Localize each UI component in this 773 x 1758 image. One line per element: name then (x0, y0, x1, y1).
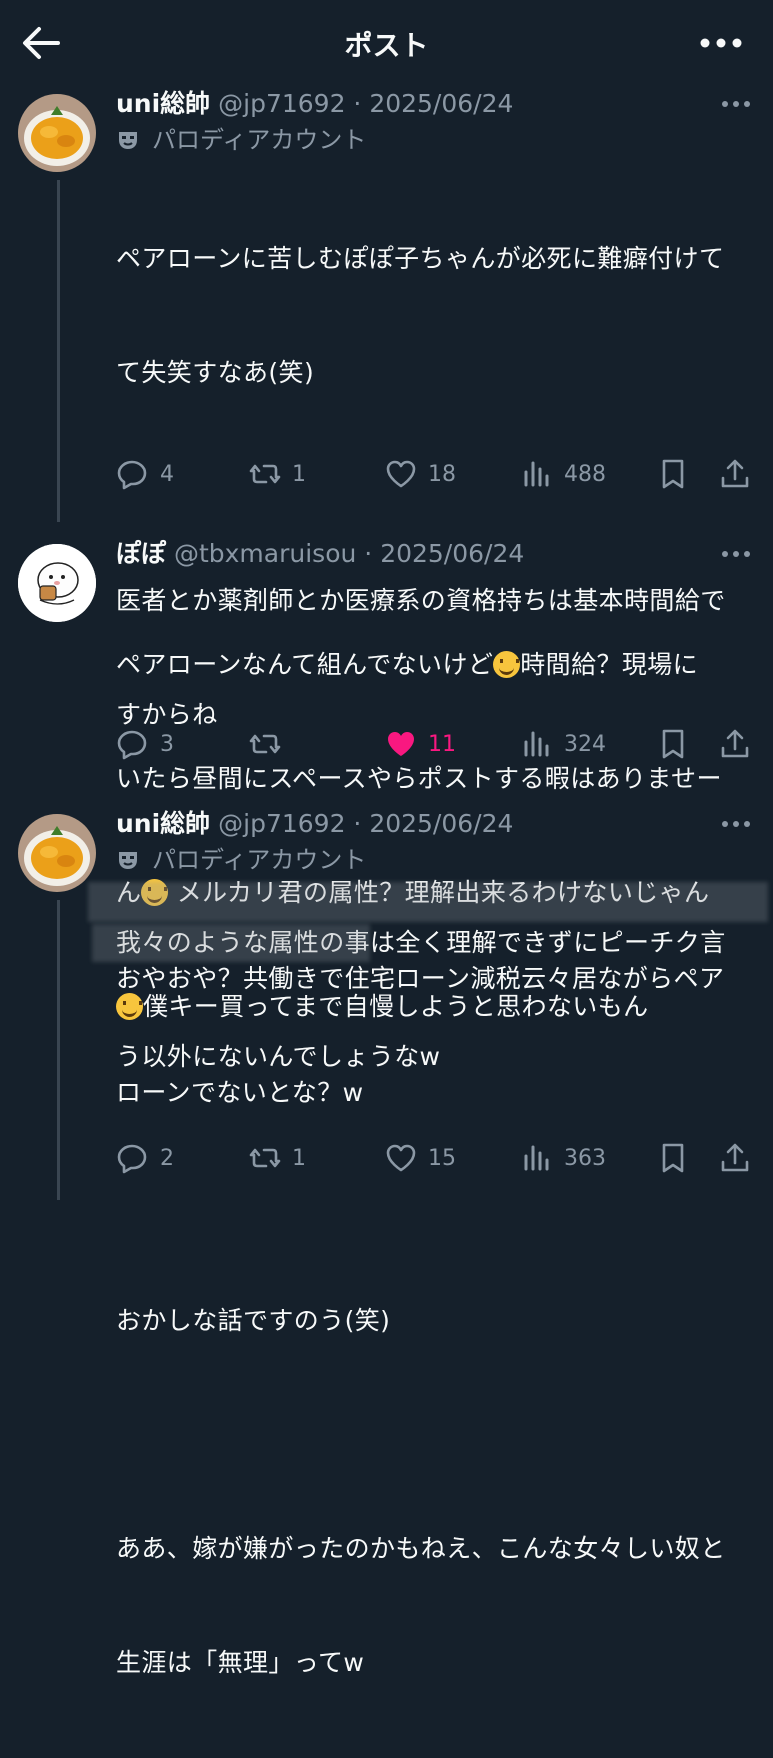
bookmark-icon (662, 459, 684, 489)
display-name[interactable]: uni総帥 (116, 809, 210, 838)
views-chart-icon (524, 731, 549, 757)
text-line: いたら昼間にスペースやらポストする暇はありませー (116, 764, 722, 793)
post-header: uni総帥 @jp71692 · 2025/06/24 (116, 89, 514, 118)
text-fragment: 時間給？現場に (520, 650, 699, 679)
rolling-laughing-emoji-icon (493, 651, 521, 678)
share-icon (721, 459, 749, 488)
post-1[interactable]: uni総帥 @jp71692 · 2025/06/24 パロディアカウント ペア… (0, 86, 773, 1071)
avatar[interactable] (18, 94, 96, 172)
display-name[interactable]: ぽぽ (116, 539, 166, 568)
heart-filled-icon (388, 732, 414, 756)
text-line: 生涯は「無理」ってw (116, 1648, 365, 1677)
post-text: おやおや？共働きで住宅ローン減税云々居ながらペア ローンでないとな？w おかしな… (116, 884, 748, 1758)
bookmark-button[interactable] (656, 1138, 690, 1178)
reply-button[interactable]: 3 (116, 724, 174, 764)
text-line: ローンでないとな？w (116, 1078, 364, 1107)
like-button[interactable]: 18 (384, 454, 456, 494)
repost-icon (249, 734, 281, 754)
reply-button[interactable]: 4 (116, 454, 174, 494)
parody-text: パロディアカウント (152, 846, 367, 874)
repost-count: 1 (292, 461, 306, 487)
text-line: おかしな話ですのう(笑) (116, 1306, 391, 1335)
bookmark-icon (662, 729, 684, 759)
mask-icon (119, 852, 137, 869)
bookmark-button[interactable] (656, 454, 690, 494)
views-count: 324 (564, 731, 606, 757)
parody-text: パロディアカウント (152, 126, 367, 154)
like-button[interactable]: 11 (384, 724, 456, 764)
views-button[interactable]: 324 (520, 724, 606, 764)
share-button[interactable] (718, 724, 752, 764)
post-header: uni総帥 @jp71692 · 2025/06/24 (116, 809, 514, 838)
page-title: ポスト (344, 29, 429, 62)
text-line: おやおや？共働きで住宅ローン減税云々居ながらペア (116, 964, 725, 993)
reply-icon (117, 730, 147, 760)
views-count: 363 (564, 1145, 606, 1171)
post-2[interactable]: ぽぽ @tbxmaruisou · 2025/06/24 ペアローンなんて組んで… (0, 536, 773, 1021)
handle[interactable]: @jp71692 (218, 809, 345, 838)
post-more-icon[interactable] (721, 546, 751, 562)
bookmark-icon (662, 1143, 684, 1173)
parody-label: パロディアカウント (116, 844, 366, 876)
reply-count: 4 (160, 461, 174, 487)
like-button[interactable]: 15 (384, 1138, 456, 1178)
top-bar: ポスト (0, 0, 773, 88)
text-line: ペアローンに苦しむぽぽ子ちゃんが必死に難癖付けて (116, 244, 725, 273)
text-fragment: ペアローンなんて組んでないけど (116, 650, 494, 679)
heart-icon (386, 460, 416, 488)
views-count: 488 (564, 461, 606, 487)
repost-count: 1 (292, 1145, 306, 1171)
handle[interactable]: @tbxmaruisou (174, 539, 356, 568)
reply-count: 2 (160, 1145, 174, 1171)
thread-line (57, 180, 60, 522)
text-line: ああ、嫁が嫌がったのかもねえ、こんな女々しい奴と (116, 1534, 726, 1563)
handle[interactable]: @jp71692 (218, 89, 345, 118)
views-chart-icon (524, 461, 549, 487)
like-count: 18 (428, 461, 456, 487)
share-button[interactable] (718, 1138, 752, 1178)
post-more-icon[interactable] (721, 96, 751, 112)
text-line (116, 1188, 748, 1226)
share-button[interactable] (718, 454, 752, 494)
reply-button[interactable]: 2 (116, 1138, 174, 1178)
views-button[interactable]: 363 (520, 1138, 606, 1178)
repost-button[interactable]: 1 (248, 454, 306, 494)
text-line: て失笑すなあ(笑) (116, 358, 315, 387)
post-date[interactable]: 2025/06/24 (369, 809, 513, 838)
parody-label: パロディアカウント (116, 124, 366, 156)
repost-icon (249, 464, 281, 484)
action-bar: 4 1 18 488 (116, 454, 756, 494)
avatar[interactable] (18, 544, 96, 622)
heart-icon (386, 1144, 416, 1172)
bookmark-button[interactable] (656, 724, 690, 764)
action-bar: 3 11 324 (116, 724, 756, 764)
display-name[interactable]: uni総帥 (116, 89, 210, 118)
reply-count: 3 (160, 731, 174, 757)
text-line (116, 1416, 748, 1454)
post-date[interactable]: 2025/06/24 (369, 89, 513, 118)
thread-line (57, 900, 60, 1200)
text-line: ペアローンなんて組んでないけど 時間給？現場に (116, 646, 748, 684)
repost-button[interactable]: 1 (248, 1138, 306, 1178)
views-chart-icon (524, 1145, 549, 1171)
repost-button[interactable] (248, 724, 282, 764)
like-count: 15 (428, 1145, 456, 1171)
post-header: ぽぽ @tbxmaruisou · 2025/06/24 (116, 539, 525, 568)
share-icon (721, 729, 749, 758)
like-count: 11 (428, 731, 456, 757)
more-options-icon[interactable] (699, 32, 743, 54)
repost-icon (249, 1148, 281, 1168)
mask-icon (119, 132, 137, 149)
avatar[interactable] (18, 814, 96, 892)
views-button[interactable]: 488 (520, 454, 606, 494)
reply-icon (117, 460, 147, 490)
post-date[interactable]: 2025/06/24 (380, 539, 524, 568)
reply-icon (117, 1144, 147, 1174)
post-more-icon[interactable] (721, 816, 751, 832)
action-bar: 2 1 15 363 (116, 1138, 756, 1178)
share-icon (721, 1143, 749, 1172)
post-3[interactable]: uni総帥 @jp71692 · 2025/06/24 パロディアカウント おや… (0, 806, 773, 1677)
